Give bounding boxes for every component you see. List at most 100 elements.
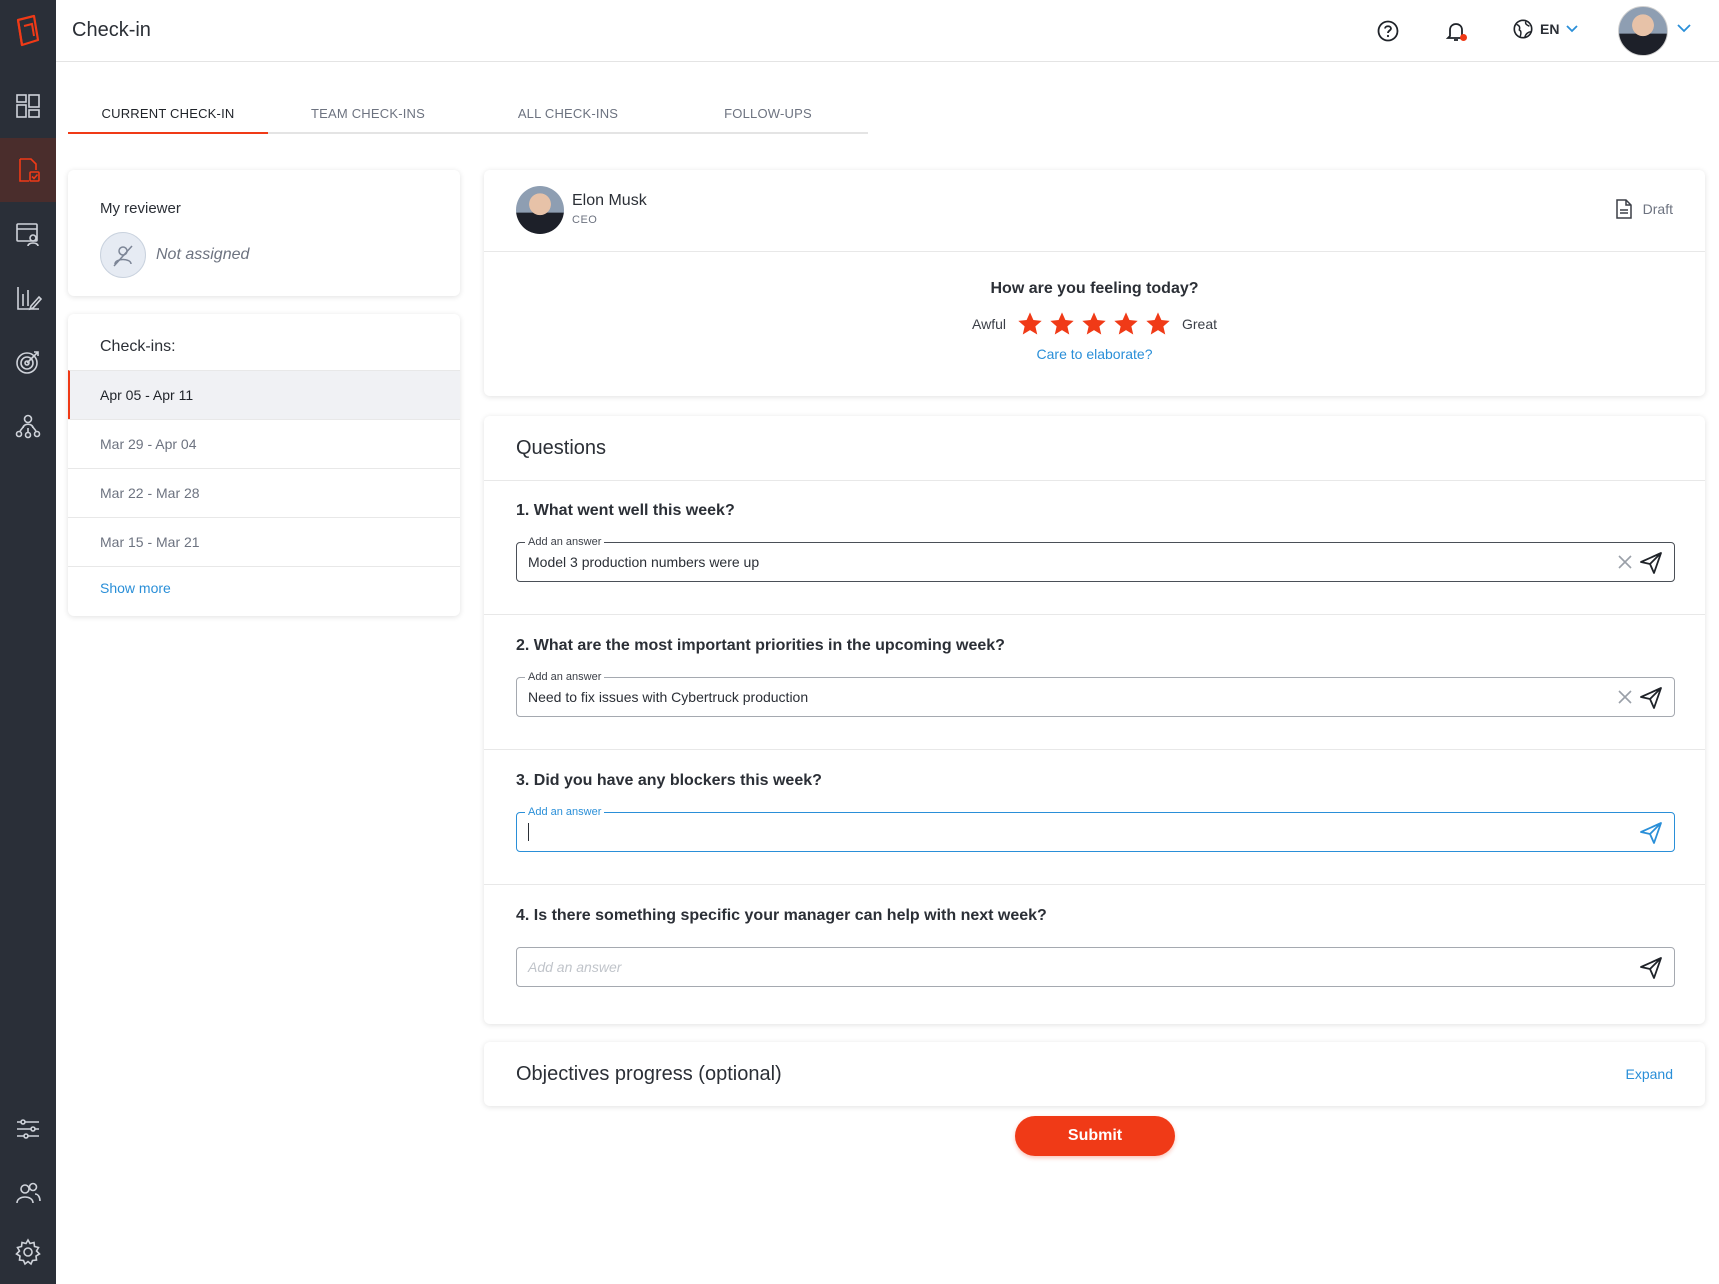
- people-icon: [16, 1182, 41, 1204]
- tab-follow-ups[interactable]: FOLLOW-UPS: [668, 92, 868, 132]
- question-text: 1. What went well this week?: [516, 502, 735, 519]
- tab-all-check-ins[interactable]: ALL CHECK-INS: [468, 92, 668, 132]
- org-chart-icon: [15, 414, 41, 439]
- questions-card: Questions 1. What went well this week? A…: [484, 416, 1705, 1024]
- sidebar: [0, 0, 56, 1284]
- notification-badge: [1460, 34, 1467, 41]
- star-icon[interactable]: [1048, 310, 1076, 338]
- reviewer-name: Not assigned: [156, 246, 250, 263]
- document-icon: [1615, 199, 1632, 219]
- answer-field-label: Add an answer: [525, 806, 605, 818]
- tab-team-check-ins[interactable]: TEAM CHECK-INS: [268, 92, 468, 132]
- sidebar-item-reports[interactable]: [0, 266, 56, 330]
- answer-field-label: Add an answer: [525, 536, 605, 548]
- sidebar-item-one-on-one[interactable]: [0, 202, 56, 266]
- send-icon[interactable]: [1638, 685, 1664, 711]
- tab-bar: CURRENT CHECK-IN TEAM CHECK-INS ALL CHEC…: [68, 92, 868, 134]
- show-more-link[interactable]: Show more: [100, 580, 171, 596]
- send-icon[interactable]: [1638, 955, 1664, 981]
- star-icon[interactable]: [1016, 310, 1044, 338]
- check-in-icon: [19, 158, 40, 182]
- send-icon[interactable]: [1638, 820, 1664, 846]
- one-on-one-icon: [16, 223, 39, 247]
- globe-icon: [1513, 19, 1533, 39]
- check-in-item[interactable]: Apr 05 - Apr 11: [68, 370, 460, 419]
- check-ins-title: Check-ins:: [100, 338, 176, 355]
- unassigned-avatar-icon: [100, 232, 146, 278]
- language-label: EN: [1540, 21, 1560, 37]
- settings-icon: [15, 1238, 41, 1266]
- answer-value: Need to fix issues with Cybertruck produ…: [528, 689, 809, 705]
- sidebar-item-org-chart[interactable]: [0, 394, 56, 458]
- draft-status: Draft: [1615, 198, 1673, 220]
- question-text: 3. Did you have any blockers this week?: [516, 772, 822, 789]
- dashboard-icon: [16, 94, 40, 118]
- chevron-down-icon: [1566, 25, 1579, 33]
- answer-field-label: Add an answer: [525, 671, 605, 683]
- profile-name: Elon Musk: [572, 192, 647, 209]
- user-avatar[interactable]: [1618, 6, 1668, 56]
- check-in-item[interactable]: Mar 22 - Mar 28: [68, 468, 460, 517]
- expand-link[interactable]: Expand: [1626, 1042, 1673, 1106]
- questions-title: Questions: [516, 437, 607, 459]
- question-block: 4. Is there something specific your mana…: [484, 885, 1705, 1020]
- user-menu-chevron-icon[interactable]: [1676, 22, 1692, 34]
- divider: [68, 566, 460, 567]
- logo-icon[interactable]: [0, 0, 56, 62]
- elaborate-link[interactable]: Care to elaborate?: [484, 346, 1705, 362]
- objectives-card: Objectives progress (optional) Expand: [484, 1042, 1705, 1106]
- reviewer-card: My reviewer Not assigned: [68, 170, 460, 296]
- answer-value: Model 3 production numbers were up: [528, 554, 760, 570]
- profile-avatar: [516, 186, 564, 234]
- question-block: 3. Did you have any blockers this week? …: [484, 750, 1705, 885]
- filters-icon: [17, 1119, 39, 1139]
- sidebar-item-dashboard[interactable]: [0, 74, 56, 138]
- star-rating: [1016, 310, 1172, 338]
- answer-field[interactable]: Add an answer: [516, 947, 1675, 987]
- page-title: Check-in: [72, 19, 151, 41]
- help-icon[interactable]: [1374, 17, 1402, 45]
- check-in-item[interactable]: Mar 29 - Apr 04: [68, 419, 460, 468]
- top-header: Check-in EN: [56, 0, 1719, 62]
- sidebar-item-people[interactable]: [0, 1161, 56, 1225]
- reviewer-title: My reviewer: [100, 200, 181, 217]
- sidebar-item-settings[interactable]: [0, 1220, 56, 1284]
- check-ins-card: Check-ins: Apr 05 - Apr 11 Mar 29 - Apr …: [68, 314, 460, 616]
- mood-card: Elon Musk CEO Draft How are you feeling …: [484, 170, 1705, 396]
- main-content: CURRENT CHECK-IN TEAM CHECK-INS ALL CHEC…: [56, 62, 1719, 1284]
- star-icon[interactable]: [1144, 310, 1172, 338]
- reports-icon: [17, 287, 42, 311]
- profile-header: Elon Musk CEO Draft: [484, 170, 1705, 252]
- submit-button[interactable]: Submit: [1015, 1116, 1175, 1156]
- answer-placeholder: Add an answer: [528, 959, 622, 975]
- text-cursor: [528, 823, 529, 841]
- language-selector[interactable]: EN: [1512, 18, 1579, 40]
- sidebar-item-objectives[interactable]: [0, 330, 56, 394]
- sidebar-item-filters[interactable]: [0, 1097, 56, 1161]
- clear-icon[interactable]: [1616, 688, 1634, 706]
- question-block: 2. What are the most important prioritie…: [484, 615, 1705, 750]
- objectives-title: Objectives progress (optional): [516, 1063, 782, 1085]
- profile-role: CEO: [572, 214, 598, 226]
- check-ins-list: Apr 05 - Apr 11 Mar 29 - Apr 04 Mar 22 -…: [68, 370, 460, 566]
- question-block: 1. What went well this week? Add an answ…: [484, 480, 1705, 615]
- mood-rating: Awful Great: [484, 310, 1705, 338]
- star-icon[interactable]: [1112, 310, 1140, 338]
- mood-question: How are you feeling today?: [990, 280, 1199, 297]
- answer-field[interactable]: Add an answer Need to fix issues with Cy…: [516, 671, 1675, 717]
- tab-current-check-in[interactable]: CURRENT CHECK-IN: [68, 92, 268, 134]
- send-icon[interactable]: [1638, 550, 1664, 576]
- star-icon[interactable]: [1080, 310, 1108, 338]
- objectives-icon: [16, 351, 39, 374]
- clear-icon[interactable]: [1616, 553, 1634, 571]
- draft-label: Draft: [1642, 201, 1673, 217]
- check-in-item[interactable]: Mar 15 - Mar 21: [68, 517, 460, 566]
- answer-field[interactable]: Add an answer Model 3 production numbers…: [516, 536, 1675, 582]
- mood-low-label: Awful: [972, 316, 1006, 332]
- mood-high-label: Great: [1181, 316, 1217, 332]
- sidebar-item-check-in[interactable]: [0, 138, 56, 202]
- question-text: 4. Is there something specific your mana…: [516, 907, 1047, 924]
- question-text: 2. What are the most important prioritie…: [516, 637, 1005, 654]
- answer-field[interactable]: Add an answer: [516, 806, 1675, 852]
- notifications-bell-icon[interactable]: [1442, 17, 1470, 45]
